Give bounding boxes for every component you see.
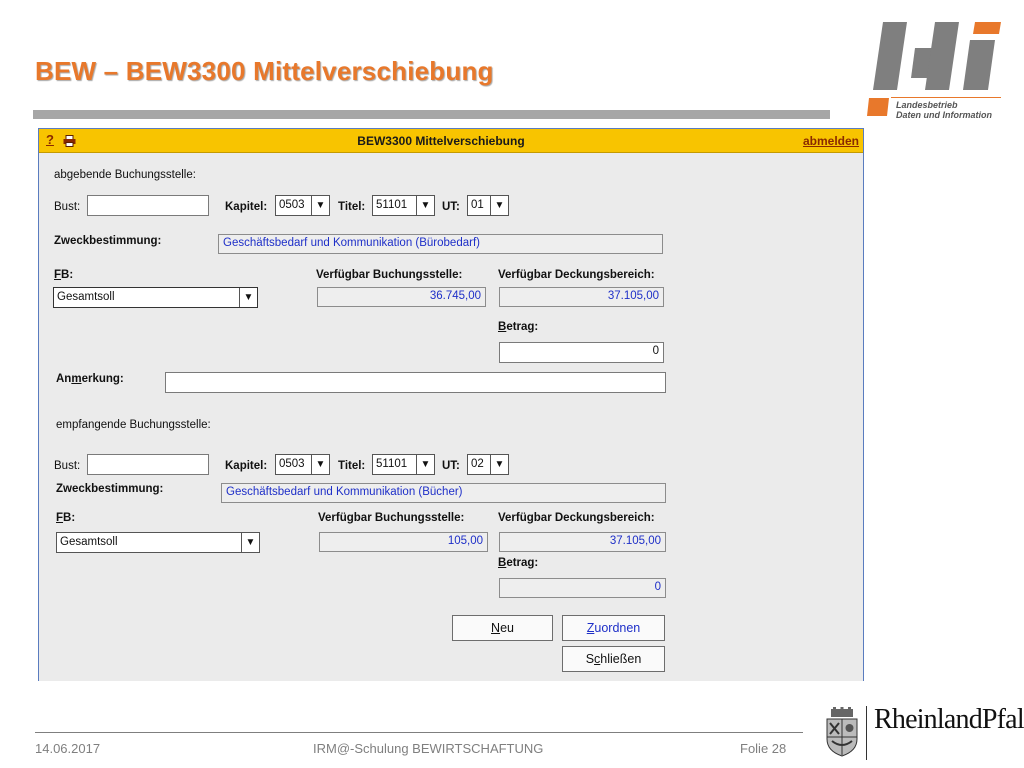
target-kapitel-select[interactable]: 0503 ▼ <box>275 454 330 475</box>
target-verf-bst-label: Verfügbar Buchungsstelle: <box>318 512 465 524</box>
source-titel-label: Titel: <box>338 201 366 213</box>
source-kapitel-label: Kapitel: <box>225 201 268 213</box>
target-betrag-label: Betrag: <box>498 557 538 569</box>
source-ut-select[interactable]: 01 ▼ <box>467 195 509 216</box>
new-label-rest: eu <box>500 621 514 635</box>
source-zweck-label: Zweckbestimmung: <box>54 235 162 247</box>
slide-title: BEW – BEW3300 Mittelverschiebung <box>35 56 494 86</box>
target-verf-deck-label: Verfügbar Deckungsbereich: <box>498 512 655 524</box>
source-zweck-field: Geschäftsbedarf und Kommunikation (Bürob… <box>218 234 663 254</box>
remark-label-a: An <box>56 373 72 385</box>
source-verf-deck-label: Verfügbar Deckungsbereich: <box>498 269 655 281</box>
chevron-down-icon: ▼ <box>490 196 508 215</box>
source-ut-value: 01 <box>471 199 484 211</box>
brand-separator <box>866 706 867 760</box>
target-heading: empfangende Buchungsstelle: <box>56 419 211 431</box>
close-button[interactable]: Schließen <box>562 646 665 672</box>
chevron-down-icon: ▼ <box>416 455 434 474</box>
source-verf-deck-field: 37.105,00 <box>499 287 664 307</box>
target-bust-input[interactable] <box>87 454 209 475</box>
chevron-down-icon: ▼ <box>490 455 508 474</box>
assign-label-rest: uordnen <box>594 621 641 635</box>
footer-rule <box>35 732 803 733</box>
target-ut-select[interactable]: 02 ▼ <box>467 454 509 475</box>
fb-accesskey: F <box>56 512 64 524</box>
remark-accesskey: m <box>71 373 82 385</box>
ldi-line1: Landesbetrieb <box>896 100 958 110</box>
source-betrag-input[interactable]: 0 <box>499 342 664 363</box>
target-titel-select[interactable]: 51101 ▼ <box>372 454 435 475</box>
target-zweck-label: Zweckbestimmung: <box>56 483 164 495</box>
chevron-down-icon: ▼ <box>311 196 329 215</box>
app-window: ? BEW3300 Mittelverschiebung abmelden ab… <box>38 128 864 681</box>
chevron-down-icon: ▼ <box>241 533 259 552</box>
source-fb-label: FB: <box>54 269 73 281</box>
target-kapitel-label: Kapitel: <box>225 460 268 472</box>
logout-link[interactable]: abmelden <box>803 134 859 148</box>
assign-button[interactable]: Zuordnen <box>562 615 665 641</box>
target-kapitel-value: 0503 <box>279 458 305 470</box>
source-kapitel-value: 0503 <box>279 199 305 211</box>
source-titel-select[interactable]: 51101 ▼ <box>372 195 435 216</box>
source-fb-select[interactable]: Gesamtsoll ▼ <box>53 287 258 308</box>
footer-date: 14.06.2017 <box>35 741 101 756</box>
fb-label-rest: B: <box>61 269 74 281</box>
fb-accesskey: F <box>54 269 62 281</box>
target-verf-bst-field: 105,00 <box>319 532 488 552</box>
app-title: BEW3300 Mittelverschiebung <box>357 134 525 148</box>
target-ut-value: 02 <box>471 458 484 470</box>
target-fb-value: Gesamtsoll <box>60 536 118 548</box>
target-zweck-field: Geschäftsbedarf und Kommunikation (Büche… <box>221 483 666 503</box>
app-title-bar: ? BEW3300 Mittelverschiebung abmelden <box>39 129 863 153</box>
target-fb-select[interactable]: Gesamtsoll ▼ <box>56 532 260 553</box>
betrag-label-rest: etrag: <box>506 321 539 333</box>
source-verf-bst-label: Verfügbar Buchungsstelle: <box>316 269 463 281</box>
source-betrag-label: Betrag: <box>498 321 538 333</box>
ldi-logo-text: Landesbetrieb Daten und Information <box>896 100 992 120</box>
source-kapitel-select[interactable]: 0503 ▼ <box>275 195 330 216</box>
betrag-label-rest: etrag: <box>506 557 539 569</box>
ldi-line2: Daten und Information <box>896 110 992 120</box>
footer-course: IRM@-Schulung BEWIRTSCHAFTUNG <box>313 741 544 756</box>
new-accesskey: N <box>491 621 501 635</box>
chevron-down-icon: ▼ <box>416 196 434 215</box>
target-ut-label: UT: <box>442 460 460 472</box>
close-label-a: S <box>585 652 595 666</box>
remark-label: Anmerkung: <box>56 373 124 385</box>
chevron-down-icon: ▼ <box>239 288 257 307</box>
remark-input[interactable] <box>165 372 666 393</box>
fb-label-rest: B: <box>63 512 76 524</box>
source-fb-value: Gesamtsoll <box>57 291 115 303</box>
target-titel-value: 51101 <box>376 458 408 470</box>
chevron-down-icon: ▼ <box>311 455 329 474</box>
new-button[interactable]: Neu <box>452 615 553 641</box>
remark-label-b: erkung: <box>81 373 124 385</box>
title-rule <box>33 110 830 119</box>
source-bust-input[interactable] <box>87 195 209 216</box>
target-fb-label: FB: <box>56 512 75 524</box>
target-bust-label: Bust: <box>54 460 81 472</box>
target-verf-deck-field: 37.105,00 <box>499 532 666 552</box>
source-heading: abgebende Buchungsstelle: <box>54 169 196 181</box>
footer-slide-number: Folie 28 <box>740 741 787 756</box>
source-titel-value: 51101 <box>376 199 408 211</box>
source-bust-label: Bust: <box>54 201 81 213</box>
source-verf-bst-field: 36.745,00 <box>317 287 486 307</box>
state-brand-logo: RheinlandPfalz <box>874 704 1024 735</box>
target-betrag-field: 0 <box>499 578 666 598</box>
target-titel-label: Titel: <box>338 460 366 472</box>
coat-of-arms-icon <box>826 707 858 757</box>
source-ut-label: UT: <box>442 201 460 213</box>
close-label-b: hließen <box>600 652 642 666</box>
